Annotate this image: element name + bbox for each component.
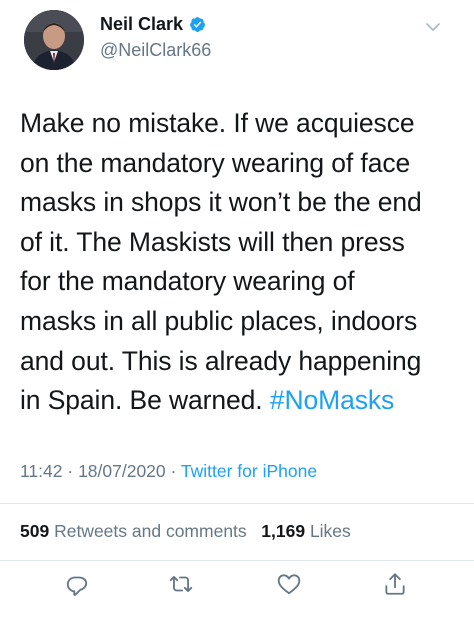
author-name[interactable]: Neil Clark (100, 14, 183, 35)
likes-count: 1,169 (261, 521, 306, 541)
tweet-date: 18/07/2020 (78, 461, 166, 481)
tweet-meta: 11:42 · 18/07/2020 · Twitter for iPhone (20, 461, 317, 482)
tweet-line: and out. This is already happening (20, 345, 422, 376)
like-button[interactable] (273, 568, 305, 600)
meta-separator: · (165, 461, 181, 481)
reply-icon (66, 576, 88, 596)
retweets-count: 509 (20, 521, 50, 541)
share-button[interactable] (379, 568, 411, 600)
author-name-row[interactable]: Neil Clark (100, 14, 206, 35)
share-icon (385, 573, 405, 595)
divider (0, 503, 474, 504)
tweet-line-text: in Spain. Be warned. (20, 385, 270, 416)
tweet-actions (0, 568, 474, 608)
tweet-line: Make no mistake. If we acquiesce (20, 108, 415, 138)
tweet-line-last: in Spain. Be warned. #NoMasks (20, 381, 464, 421)
avatar-image (24, 10, 84, 70)
retweets-stat[interactable]: 509 Retweets and comments (20, 521, 247, 541)
tweet-stats: 509 Retweets and comments 1,169 Likes (20, 521, 351, 542)
tweet-line: of it. The Maskists will then press (20, 226, 405, 257)
meta-separator: · (62, 461, 79, 481)
verified-badge-icon (190, 17, 205, 32)
reply-button[interactable] (61, 568, 93, 600)
divider (0, 560, 474, 561)
tweet-line: masks in all public places, indoors (20, 305, 418, 336)
retweets-label: Retweets and comments (54, 521, 247, 541)
tweet-line: on the mandatory wearing of face (20, 147, 411, 178)
chevron-down-icon[interactable] (424, 18, 442, 36)
tweet-time: 11:42 (20, 461, 63, 481)
likes-label: Likes (309, 521, 351, 541)
heart-icon (277, 574, 301, 595)
retweet-button[interactable] (165, 568, 197, 600)
author-handle[interactable]: @NeilClark66 (100, 40, 211, 61)
likes-stat[interactable]: 1,169 Likes (261, 521, 351, 541)
tweet-source-link[interactable]: Twitter for iPhone (181, 461, 317, 481)
tweet-text: Make no mistake. If we acquiesce on the … (20, 104, 464, 421)
avatar[interactable] (24, 10, 84, 70)
tweet-line: masks in shops it won’t be the end (20, 187, 422, 218)
hashtag-link[interactable]: #NoMasks (270, 385, 394, 415)
retweet-icon (169, 576, 193, 592)
tweet-line: for the mandatory wearing of (20, 266, 355, 297)
